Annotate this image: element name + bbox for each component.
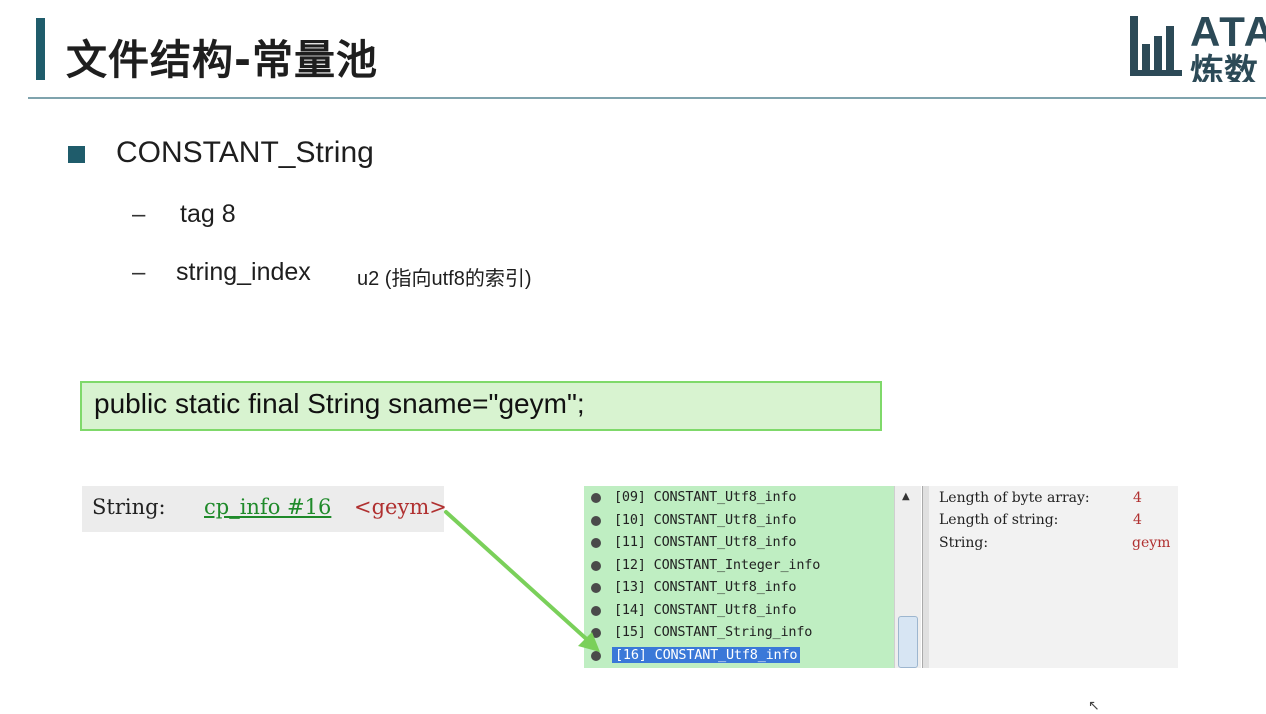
filled-circle-icon xyxy=(591,583,601,593)
list-item[interactable]: [15] CONSTANT_String_info xyxy=(584,622,894,644)
list-scrollbar[interactable]: ▲ xyxy=(894,486,921,668)
info-key: Length of byte array: xyxy=(939,490,1090,506)
sub-bullet-string-index: string_index xyxy=(176,258,311,286)
filled-circle-icon xyxy=(591,651,601,661)
sub-bullet-tag: tag 8 xyxy=(180,200,236,228)
info-value: 4 xyxy=(1133,490,1142,506)
filled-circle-icon xyxy=(591,561,601,571)
code-snippet-box: public static final String sname="geym"; xyxy=(80,381,882,431)
constant-info-panel: Length of byte array: 4 Length of string… xyxy=(929,486,1178,668)
list-item-label: [11] CONSTANT_Utf8_info xyxy=(614,534,797,550)
code-snippet-text: public static final String sname="geym"; xyxy=(94,388,585,419)
info-key: Length of string: xyxy=(939,512,1059,528)
sub-bullet-string-index-desc: u2 (指向utf8的索引) xyxy=(357,268,532,290)
list-item[interactable]: [11] CONSTANT_Utf8_info xyxy=(584,532,894,554)
string-detail-panel: String: cp_info #16 <geym> xyxy=(82,486,447,532)
bullet-square-icon xyxy=(68,146,85,163)
mouse-cursor-icon: ↖ xyxy=(1088,698,1100,714)
list-item-label: [14] CONSTANT_Utf8_info xyxy=(614,602,797,618)
list-item-label: [15] CONSTANT_String_info xyxy=(614,624,813,640)
list-item-label: [12] CONSTANT_Integer_info xyxy=(614,557,821,573)
list-item-label: [10] CONSTANT_Utf8_info xyxy=(614,512,797,528)
scrollbar-thumb[interactable] xyxy=(898,616,918,668)
info-value: 4 xyxy=(1133,512,1142,528)
logo-text-bottom: 炼数 xyxy=(1190,52,1258,82)
list-item[interactable]: [12] CONSTANT_Integer_info xyxy=(584,555,894,577)
list-item-label: [09] CONSTANT_Utf8_info xyxy=(614,489,797,505)
list-item-label: [13] CONSTANT_Utf8_info xyxy=(614,579,797,595)
list-item[interactable]: [10] CONSTANT_Utf8_info xyxy=(584,510,894,532)
list-item[interactable]: [14] CONSTANT_Utf8_info xyxy=(584,600,894,622)
filled-circle-icon xyxy=(591,493,601,503)
bar-chart-logo-icon xyxy=(1130,16,1182,76)
info-row: String: geym xyxy=(939,533,1178,555)
title-accent-bar xyxy=(36,18,45,80)
triangle-up-icon[interactable]: ▲ xyxy=(902,491,910,502)
list-item[interactable]: [09] CONSTANT_Utf8_info xyxy=(584,487,894,509)
filled-circle-icon xyxy=(591,538,601,548)
list-item[interactable]: [13] CONSTANT_Utf8_info xyxy=(584,577,894,599)
string-label: String: xyxy=(92,495,166,519)
bullet-main-text: CONSTANT_String xyxy=(116,136,374,169)
string-value: <geym> xyxy=(354,495,447,519)
filled-circle-icon xyxy=(591,516,601,526)
constant-pool-list[interactable]: [09] CONSTANT_Utf8_info [10] CONSTANT_Ut… xyxy=(584,486,894,668)
slide-title: 文件结构-常量池 xyxy=(66,36,379,84)
filled-circle-icon xyxy=(591,628,601,638)
cp-info-link[interactable]: cp_info #16 xyxy=(204,495,331,519)
info-key: String: xyxy=(939,535,989,551)
sub-bullet-dash-1: – xyxy=(132,201,146,228)
sub-bullet-dash-2: – xyxy=(132,259,146,286)
list-item-label: [16] CONSTANT_Utf8_info xyxy=(612,647,801,663)
brand-logo: ATA 炼数 xyxy=(1128,12,1266,82)
info-row: Length of string: 4 xyxy=(939,510,1178,532)
filled-circle-icon xyxy=(591,606,601,616)
list-item-selected[interactable]: [16] CONSTANT_Utf8_info xyxy=(584,645,894,667)
info-value: geym xyxy=(1132,535,1171,551)
title-divider xyxy=(28,97,1266,99)
info-row: Length of byte array: 4 xyxy=(939,488,1178,510)
